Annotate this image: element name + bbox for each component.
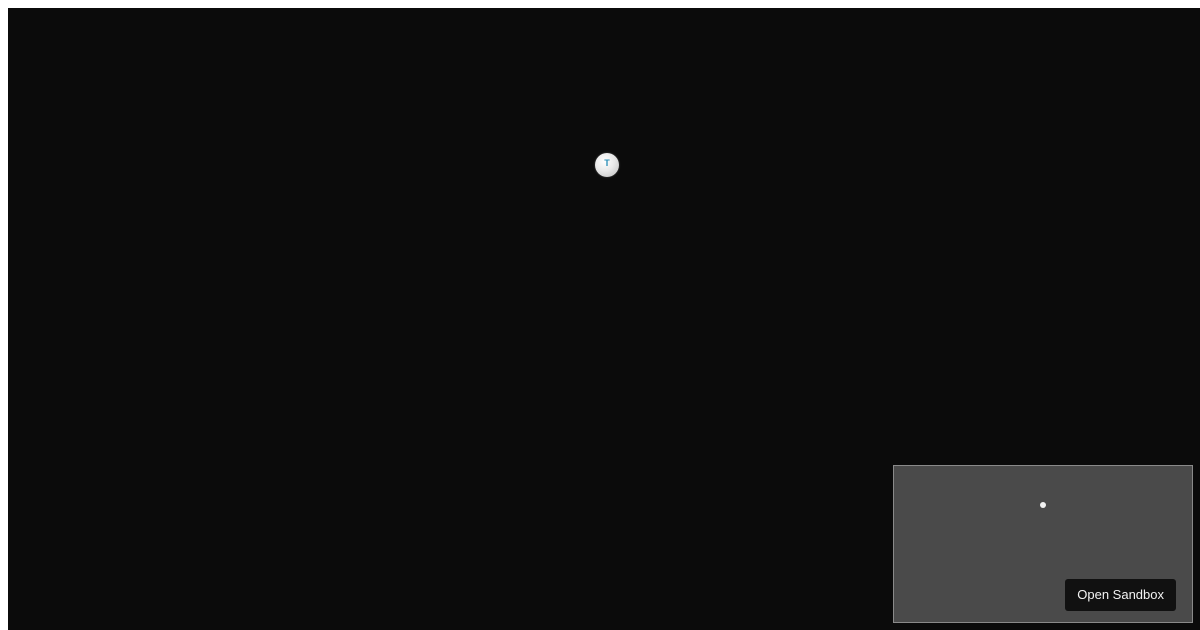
ball[interactable]: T [595, 153, 619, 177]
minimap: Open Sandbox [893, 465, 1193, 623]
ball-letter: T [604, 157, 610, 168]
scene-canvas[interactable]: T Open Sandbox [8, 8, 1200, 630]
open-sandbox-button[interactable]: Open Sandbox [1065, 579, 1176, 611]
minimap-ball-marker [1040, 502, 1046, 508]
